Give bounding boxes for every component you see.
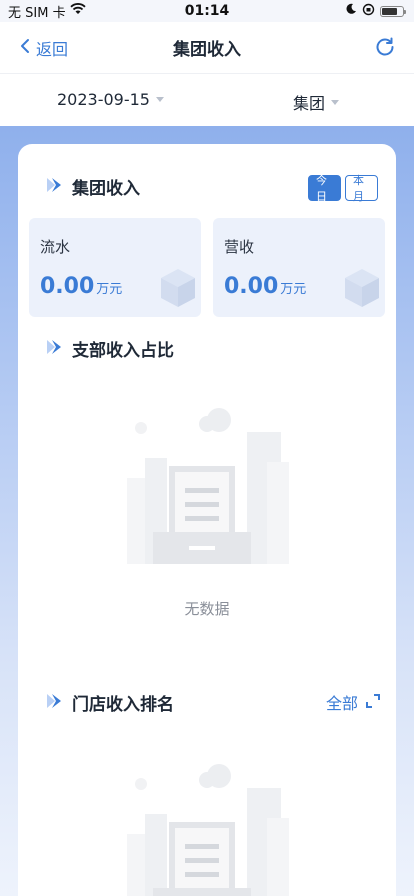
period-tabs: 今日 本月 bbox=[308, 174, 378, 203]
filter-row: 2023-09-15 集团 bbox=[0, 74, 414, 126]
empty-document-icon bbox=[117, 406, 297, 568]
stat-number: 0.00 bbox=[224, 274, 279, 299]
refresh-button[interactable] bbox=[374, 36, 396, 62]
stat-card-revenue: 营收 0.00 万元 bbox=[213, 218, 385, 317]
empty-state bbox=[18, 762, 396, 896]
stat-value: 0.00 万元 bbox=[224, 274, 306, 299]
status-left: 无 SIM 卡 bbox=[8, 2, 86, 21]
view-all-button[interactable]: 全部 bbox=[326, 690, 380, 714]
view-all-label: 全部 bbox=[325, 694, 358, 713]
section-header-income: 集团收入 bbox=[44, 174, 140, 199]
stat-unit: 万元 bbox=[280, 282, 307, 297]
section-title-income: 集团收入 bbox=[72, 179, 140, 199]
expand-icon bbox=[366, 693, 380, 712]
status-bar: 无 SIM 卡 01:14 bbox=[0, 0, 414, 22]
back-button[interactable]: 返回 bbox=[20, 36, 68, 60]
date-value: 2023-09-15 bbox=[57, 90, 150, 109]
section-marker-icon bbox=[44, 175, 64, 199]
carrier-text: 无 SIM 卡 bbox=[8, 5, 66, 21]
stat-card-flow: 流水 0.00 万元 bbox=[29, 218, 201, 317]
group-picker[interactable]: 集团 bbox=[293, 90, 340, 114]
status-time: 01:14 bbox=[184, 3, 230, 19]
battery-icon bbox=[380, 5, 406, 17]
empty-text: 无数据 bbox=[184, 600, 230, 618]
stat-label: 流水 bbox=[40, 238, 71, 256]
section-marker-icon bbox=[44, 691, 64, 715]
date-picker[interactable]: 2023-09-15 bbox=[57, 90, 164, 109]
empty-document-icon bbox=[117, 762, 297, 896]
tab-month[interactable]: 本月 bbox=[345, 174, 378, 203]
stat-unit: 万元 bbox=[96, 282, 123, 297]
stat-label: 营收 bbox=[224, 238, 255, 256]
refresh-icon bbox=[374, 37, 396, 62]
wifi-icon bbox=[69, 3, 86, 19]
section-title-store: 门店收入排名 bbox=[72, 695, 174, 715]
page-title: 集团收入 bbox=[173, 40, 241, 60]
cube-icon bbox=[157, 265, 199, 313]
caret-down-icon bbox=[331, 99, 340, 105]
main-card: 集团收入 今日 本月 流水 0.00 万元 营收 0.00 万元 支部收入占比 … bbox=[18, 144, 396, 896]
stat-value: 0.00 万元 bbox=[40, 274, 122, 299]
chevron-left-icon bbox=[20, 38, 30, 58]
empty-state: 无数据 bbox=[18, 406, 396, 619]
orientation-lock-icon bbox=[362, 3, 375, 20]
section-marker-icon bbox=[44, 337, 64, 361]
section-title-branch: 支部收入占比 bbox=[72, 341, 174, 361]
group-value: 集团 bbox=[293, 94, 326, 113]
nav-bar: 返回 集团收入 bbox=[0, 22, 414, 74]
moon-icon bbox=[345, 3, 357, 19]
section-header-store: 门店收入排名 bbox=[44, 690, 174, 715]
cube-icon bbox=[341, 265, 383, 313]
caret-down-icon bbox=[155, 97, 164, 102]
stat-number: 0.00 bbox=[40, 274, 95, 299]
section-header-branch: 支部收入占比 bbox=[44, 336, 174, 361]
tab-today[interactable]: 今日 bbox=[308, 174, 341, 203]
back-label: 返回 bbox=[36, 40, 69, 59]
status-right bbox=[345, 3, 406, 20]
